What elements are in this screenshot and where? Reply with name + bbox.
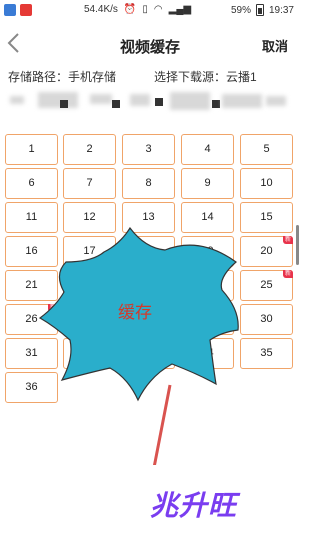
obscured-content [0, 88, 300, 124]
vibrate-icon: ▯ [142, 4, 148, 15]
episode-cell[interactable]: 16 [5, 236, 58, 267]
episode-number: 20 [260, 245, 273, 257]
episode-cell[interactable]: 36 [5, 372, 58, 403]
watermark-logo: 兆升旺 [150, 490, 238, 521]
episode-number: 12 [83, 211, 96, 223]
episode-number: 17 [83, 245, 96, 257]
page-title: 视频缓存 [119, 39, 180, 56]
scrollbar[interactable] [296, 225, 299, 265]
battery-icon [255, 4, 264, 16]
episode-number: 29 [201, 313, 214, 325]
episode-number: 24 [201, 279, 214, 291]
episode-cell[interactable]: 30 [240, 304, 293, 335]
episode-cell[interactable]: 23 [122, 270, 175, 301]
episode-number: 16 [25, 245, 38, 257]
callout-label: 缓存 [118, 303, 152, 322]
new-badge: 新 [282, 236, 293, 244]
episode-cell[interactable]: 22 [63, 270, 116, 301]
episode-cell[interactable]: 21 [5, 270, 58, 301]
episode-cell[interactable]: 8 [122, 168, 175, 199]
episode-cell[interactable]: 34 [181, 338, 234, 369]
app-notification-icon [4, 4, 16, 16]
episode-number: 2 [86, 143, 93, 155]
episode-number: 33 [142, 347, 155, 359]
episode-cell[interactable]: 9 [181, 168, 234, 199]
episode-number: 25 [260, 279, 273, 291]
episode-cell[interactable]: 13 [122, 202, 175, 233]
episode-cell[interactable]: 6 [5, 168, 58, 199]
episode-number: 8 [145, 177, 152, 189]
status-notification-icons [4, 4, 32, 16]
episode-cell[interactable]: 32 [63, 338, 116, 369]
download-source-selector[interactable]: 选择下载源：云播1 [154, 68, 257, 85]
header: 视频缓存 取消 [0, 22, 300, 66]
episode-cell[interactable]: 25 新 [240, 270, 293, 301]
episode-number: 34 [201, 347, 214, 359]
wifi-icon: ◠ [153, 4, 163, 15]
episode-cell[interactable]: 24 [181, 270, 234, 301]
episode-cell[interactable]: 11 [5, 202, 58, 233]
status-bar: 54.4K/s ⏰ ▯ ◠ ▂▄▆ 59% 19:37 [0, 0, 300, 22]
episode-cell[interactable]: 19 [181, 236, 234, 267]
episode-number: 13 [142, 211, 155, 223]
episode-cell[interactable]: 15 [240, 202, 293, 233]
episode-cell[interactable]: 12 [63, 202, 116, 233]
episode-number: 5 [263, 143, 270, 155]
episode-number: 11 [25, 211, 38, 223]
status-battery-time: 59% 19:37 [231, 4, 294, 16]
storage-path-label[interactable]: 存储路径：手机存储 [8, 68, 116, 85]
episode-cell[interactable]: 35 [240, 338, 293, 369]
alarm-icon: ⏰ [123, 4, 137, 15]
episode-number: 14 [201, 211, 214, 223]
episode-cell[interactable]: 17 [63, 236, 116, 267]
episode-cell[interactable]: 5 [240, 134, 293, 165]
episode-number: 30 [260, 313, 273, 325]
episode-cell[interactable]: 33 [122, 338, 175, 369]
episode-number: 9 [204, 177, 211, 189]
episode-number: 4 [204, 143, 211, 155]
episode-number: 23 [142, 279, 155, 291]
episode-number: 31 [25, 347, 38, 359]
episode-number: 35 [260, 347, 273, 359]
signal-icon: ▂▄▆ [168, 4, 192, 15]
episode-cell[interactable]: 20 新 [240, 236, 293, 267]
episode-number: 36 [25, 381, 38, 393]
episode-cell[interactable]: 7 [63, 168, 116, 199]
episode-cell[interactable]: 2 [63, 134, 116, 165]
episode-cell[interactable]: 3 [122, 134, 175, 165]
episode-cell[interactable]: 14 [181, 202, 234, 233]
episode-number: 3 [145, 143, 152, 155]
episode-number: 19 [201, 245, 214, 257]
episode-number: 26 [25, 313, 38, 325]
cancel-button[interactable]: 取消 [262, 36, 288, 55]
episode-number: 6 [28, 177, 35, 189]
episode-cell[interactable]: 1 [5, 134, 58, 165]
app-notification-icon [20, 4, 32, 16]
episode-cell[interactable]: 18 [122, 236, 175, 267]
status-network: 54.4K/s ⏰ ▯ ◠ ▂▄▆ [84, 4, 191, 15]
episode-cell[interactable]: 27 [63, 304, 116, 335]
episode-cell[interactable]: 10 [240, 168, 293, 199]
episode-cell[interactable]: 4 [181, 134, 234, 165]
new-badge: 新 [47, 304, 58, 312]
episode-number: 15 [260, 211, 273, 223]
new-badge: 新 [282, 270, 293, 278]
episode-number: 7 [86, 177, 93, 189]
episode-number: 10 [260, 177, 273, 189]
episode-number: 18 [142, 245, 155, 257]
episode-number: 21 [25, 279, 38, 291]
clock: 19:37 [268, 4, 294, 16]
episode-cell[interactable]: 26 新 [5, 304, 58, 335]
episode-number: 32 [83, 347, 96, 359]
network-speed: 54.4K/s [84, 4, 118, 15]
episode-number: 27 [83, 313, 96, 325]
episode-number: 22 [83, 279, 96, 291]
episode-cell[interactable]: 31 [5, 338, 58, 369]
battery-percent: 59% [230, 4, 251, 16]
episode-cell[interactable]: 29 [181, 304, 234, 335]
episode-number: 1 [28, 143, 35, 155]
